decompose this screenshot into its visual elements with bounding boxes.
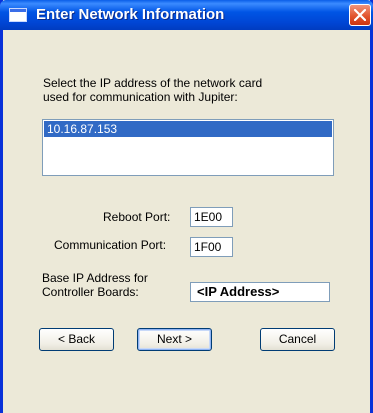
- base-ip-field[interactable]: <IP Address>: [190, 282, 330, 302]
- close-x-icon: [354, 9, 366, 21]
- ip-select-prompt: Select the IP address of the network car…: [43, 76, 343, 104]
- prompt-line-2: used for communication with Jupiter:: [43, 90, 238, 104]
- network-info-dialog: Enter Network Information Select the IP …: [0, 0, 373, 413]
- prompt-line-1: Select the IP address of the network car…: [43, 76, 263, 90]
- list-item[interactable]: 10.16.87.153: [44, 121, 332, 137]
- ip-address-listbox[interactable]: 10.16.87.153: [42, 119, 334, 176]
- cancel-button[interactable]: Cancel: [260, 328, 335, 351]
- close-button[interactable]: [349, 4, 371, 26]
- base-ip-label-line-1: Base IP Address for: [42, 271, 148, 285]
- back-button[interactable]: < Back: [39, 328, 114, 351]
- title-bar[interactable]: Enter Network Information: [0, 0, 373, 30]
- communication-port-label: Communication Port:: [54, 238, 167, 252]
- window-icon: [9, 8, 27, 22]
- reboot-port-label: Reboot Port:: [103, 210, 171, 224]
- base-ip-label-line-2: Controller Boards:: [42, 285, 139, 299]
- communication-port-field[interactable]: 1F00: [190, 237, 233, 257]
- window-title: Enter Network Information: [36, 6, 225, 23]
- reboot-port-field[interactable]: 1E00: [190, 207, 233, 227]
- next-button[interactable]: Next >: [137, 328, 212, 351]
